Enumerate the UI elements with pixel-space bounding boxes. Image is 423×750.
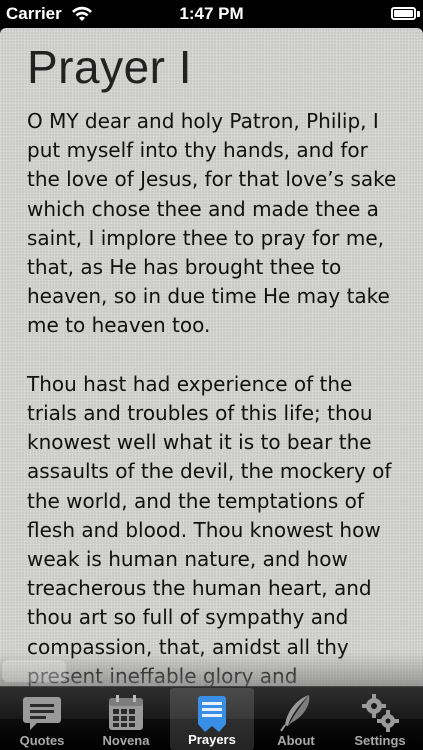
battery-icon xyxy=(391,7,416,20)
tab-quotes[interactable]: Quotes xyxy=(0,687,84,750)
tab-label: Prayers xyxy=(188,732,236,747)
gears-icon xyxy=(362,694,399,732)
tab-label: Settings xyxy=(354,733,406,748)
tab-about[interactable]: About xyxy=(254,687,338,750)
prayer-text: O MY dear and holy Patron, Philip, I put… xyxy=(27,107,399,686)
tab-prayers[interactable]: Prayers xyxy=(170,688,254,750)
status-bar: Carrier 1:47 PM xyxy=(0,0,423,28)
tab-novena[interactable]: Novena xyxy=(84,687,168,750)
page-title: Prayer I xyxy=(27,41,193,93)
tab-label: Quotes xyxy=(19,733,65,748)
scroll-indicator[interactable] xyxy=(2,660,66,682)
prayer-content[interactable]: Prayer I O MY dear and holy Patron, Phil… xyxy=(0,28,423,686)
status-time: 1:47 PM xyxy=(179,4,244,23)
calendar-icon xyxy=(109,695,143,730)
tab-settings[interactable]: Settings xyxy=(338,687,422,750)
paragraph: Thou hast had experience of the trials a… xyxy=(27,371,392,686)
paragraph: O MY dear and holy Patron, Philip, I put… xyxy=(27,109,397,338)
battery-tip xyxy=(417,11,420,17)
prayer-book-icon xyxy=(198,696,226,732)
speech-bubble-icon xyxy=(23,697,61,730)
tab-bar: Quotes Novena Prayers About Settings xyxy=(0,686,423,750)
battery-level xyxy=(394,10,413,17)
quill-feather-icon xyxy=(280,695,310,732)
tab-label: About xyxy=(277,733,315,748)
tab-label: Novena xyxy=(102,733,150,748)
